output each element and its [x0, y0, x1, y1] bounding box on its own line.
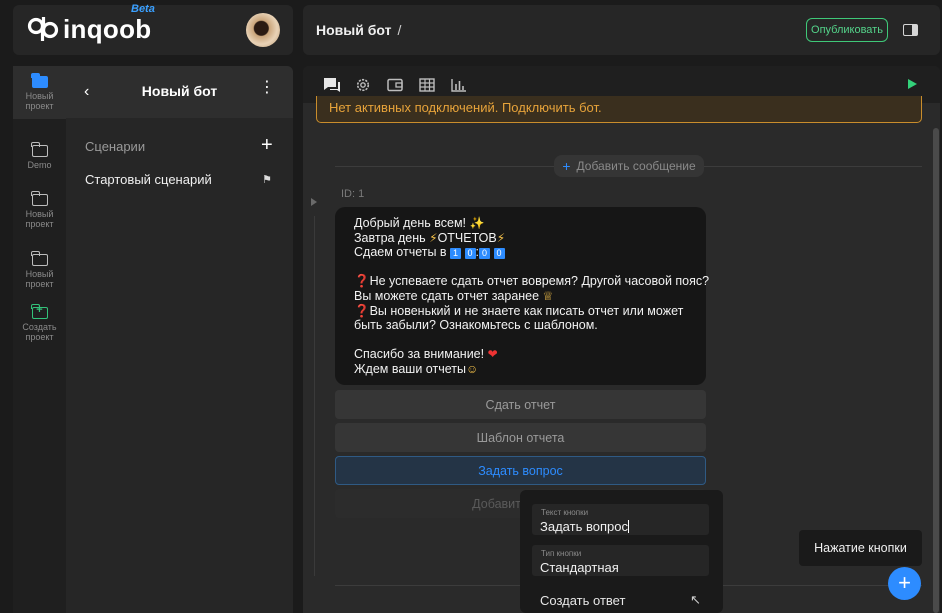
message-line: ❓Не успеваете сдать отчет вовремя? Друго…	[354, 274, 710, 289]
logo-mark-icon	[27, 17, 59, 41]
digit-keycap: 0	[493, 248, 505, 260]
publish-button[interactable]: Опубликовать	[806, 18, 888, 42]
rail-project-active[interactable]: Новый проект	[13, 66, 66, 119]
breadcrumb-bot-name[interactable]: Новый бот	[316, 22, 391, 38]
flag-icon: ⚑	[262, 174, 272, 186]
crown-icon: ♕	[542, 288, 554, 303]
add-fab-button[interactable]: +	[888, 567, 921, 600]
messages-icon[interactable]	[323, 76, 341, 94]
logo-panel: inqoob Beta	[13, 3, 293, 55]
wallet-icon[interactable]	[386, 76, 404, 94]
breadcrumb: Новый бот /	[316, 22, 401, 38]
connection-warning[interactable]: Нет активных подключений. Подключить бот…	[316, 96, 922, 123]
message-line: Вы можете сдать отчет заранее	[354, 288, 540, 303]
message-line: Ждем ваши отчеты	[354, 361, 466, 376]
kebab-menu-icon[interactable]: ⋮	[259, 80, 275, 96]
lightning-icon: ⚡	[496, 230, 506, 245]
rail-project-label: Demo	[27, 160, 52, 170]
digit-keycap: 0	[479, 248, 491, 260]
message-line: Добрый день всем!	[354, 216, 467, 230]
settings-gear-icon[interactable]	[354, 76, 372, 94]
scrollbar[interactable]	[933, 128, 939, 613]
panel-toggle-icon[interactable]	[903, 24, 918, 36]
add-message-label: Добавить сообщение	[576, 159, 696, 173]
smile-icon: ☺	[465, 361, 479, 376]
heart-icon: ❤	[487, 347, 498, 362]
field-label: Текст кнопки	[541, 508, 589, 517]
folder-plus-icon	[31, 304, 48, 319]
digit-keycap: 1	[450, 248, 462, 260]
inline-button-selected[interactable]: Задать вопрос	[335, 456, 706, 485]
message-line: Завтра день	[354, 230, 426, 245]
message-line: ОТЧЕТОВ	[437, 230, 497, 245]
analytics-chart-icon[interactable]	[450, 76, 468, 94]
button-type-value: Стандартная	[540, 560, 619, 575]
digit-keycap: 0	[464, 248, 476, 260]
sparkles-icon: ✨	[469, 216, 485, 230]
folder-icon	[31, 73, 48, 88]
add-message-button[interactable]: + Добавить сообщение	[554, 155, 704, 177]
message-line: Спасибо за внимание!	[354, 347, 485, 362]
plus-icon: +	[562, 158, 571, 174]
message-line: ❓Вы новенький и не знаете как писать отч…	[354, 303, 684, 318]
logo-text: inqoob	[63, 14, 152, 44]
rail-create-project[interactable]: Создать проект	[13, 304, 66, 342]
text-caret	[627, 520, 629, 533]
breadcrumb-separator: /	[397, 22, 402, 38]
play-icon[interactable]	[908, 79, 917, 89]
field-label: Тип кнопки	[541, 549, 582, 558]
rail-project-label: Новый проект	[25, 209, 54, 229]
button-edit-popup: Текст кнопки Задать вопрос Тип кнопки Ст…	[520, 490, 723, 613]
add-scenario-icon[interactable]: +	[261, 135, 273, 155]
project-rail: Новый проект Demo Новый проект Новый про…	[13, 66, 66, 613]
button-type-select[interactable]: Тип кнопки Стандартная	[532, 545, 709, 576]
header-bar: Новый бот / Опубликовать	[303, 5, 940, 55]
table-icon[interactable]	[418, 76, 436, 94]
rail-project-new-2[interactable]: Новый проект	[13, 251, 66, 289]
rail-project-label: Новый проект	[25, 91, 54, 111]
folder-icon	[31, 142, 48, 157]
bot-panel: ‹ Новый бот ⋮ Сценарии + Стартовый сцена…	[66, 66, 293, 613]
bot-header: ‹ Новый бот ⋮	[66, 66, 293, 118]
expand-arrow-icon[interactable]	[311, 198, 317, 206]
arrow-up-left-icon[interactable]: ↖	[690, 592, 701, 608]
beta-badge: Beta	[131, 3, 155, 15]
button-text-field[interactable]: Текст кнопки Задать вопрос	[532, 504, 709, 535]
inline-button[interactable]: Сдать отчет	[335, 390, 706, 419]
scenarios-heading: Сценарии	[85, 139, 146, 154]
create-answer-button[interactable]: Создать ответ	[540, 593, 625, 608]
message-line: быть забыли? Ознакомьтесь с шаблоном.	[354, 318, 598, 333]
message-bubble[interactable]: Добрый день всем! ✨ Завтра день ⚡ОТЧЕТОВ…	[335, 207, 710, 385]
app-logo[interactable]: inqoob	[27, 15, 151, 43]
connector-line	[314, 216, 315, 576]
rail-project-new-1[interactable]: Новый проект	[13, 191, 66, 229]
message-line: Сдаем отчеты в	[354, 245, 447, 260]
message-id: ID: 1	[341, 188, 365, 200]
folder-icon	[31, 251, 48, 266]
scenario-item[interactable]: Стартовый сценарий	[85, 172, 212, 187]
inline-button[interactable]: Шаблон отчета	[335, 423, 706, 452]
folder-icon	[31, 191, 48, 206]
tooltip: Нажатие кнопки	[799, 530, 922, 566]
rail-create-label: Создать проект	[22, 322, 57, 342]
button-text-input[interactable]: Задать вопрос	[540, 519, 628, 534]
lightning-icon: ⚡	[429, 230, 438, 245]
rail-project-demo[interactable]: Demo	[13, 142, 66, 170]
rail-project-label: Новый проект	[25, 269, 54, 289]
user-avatar[interactable]	[246, 13, 280, 47]
